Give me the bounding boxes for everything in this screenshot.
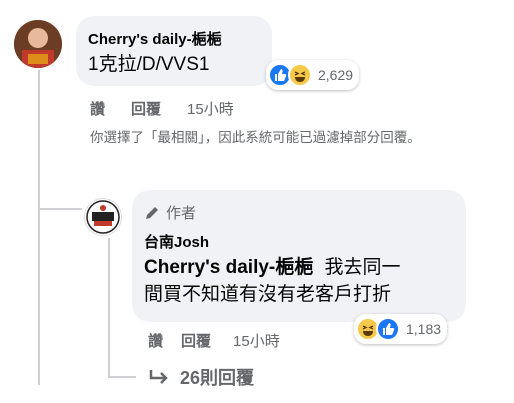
profile-photo-icon xyxy=(14,20,62,68)
comment-reactions[interactable]: 2,629 xyxy=(266,60,360,90)
reply-reaction-count: 1,183 xyxy=(406,321,442,337)
reply-reply-button[interactable]: 回覆 xyxy=(181,330,211,351)
author-badge-label: 作者 xyxy=(166,205,197,222)
like-button[interactable]: 讚 xyxy=(90,98,105,119)
comment-text: 1克拉/D/VVS1 xyxy=(88,54,210,75)
comment-reaction-count: 2,629 xyxy=(318,67,354,83)
reply-text: Cherry's daily-梔梔 我去同一 間買不知道有沒有老客戶打折 xyxy=(144,254,454,308)
comment-author[interactable]: Cherry's daily-梔梔 xyxy=(88,28,260,49)
reply-author-avatar[interactable] xyxy=(84,198,122,236)
comment-actions: 讚 回覆 15小時 xyxy=(90,98,234,119)
reply-arrow-icon xyxy=(149,370,168,384)
commenter-avatar[interactable] xyxy=(14,20,62,68)
reply-button[interactable]: 回覆 xyxy=(131,98,161,119)
reply-text-line2: 間買不知道有沒有老客戶打折 xyxy=(144,284,392,305)
thread-connector-more xyxy=(108,376,136,378)
haha-reaction-icon xyxy=(288,63,312,87)
reply-text-line1: 我去同一 xyxy=(324,257,401,278)
view-more-replies-label: 26則回覆 xyxy=(180,368,255,388)
reply-like-button[interactable]: 讚 xyxy=(148,330,163,351)
comment-timestamp[interactable]: 15小時 xyxy=(187,98,234,119)
reply-reactions[interactable]: 1,183 xyxy=(354,314,448,344)
reply-timestamp[interactable]: 15小時 xyxy=(233,330,280,351)
view-more-replies-link[interactable]: 26則回覆 xyxy=(148,364,254,390)
thread-line-nested xyxy=(108,238,110,378)
thread-connector-reply xyxy=(38,208,82,210)
pencil-icon xyxy=(146,206,158,219)
reply-author[interactable]: 台南Josh xyxy=(144,231,454,252)
relevance-filter-notice: 你選擇了「最相關」，因此系統可能已過濾掉部分回覆。 xyxy=(90,130,421,145)
comment-bubble: Cherry's daily-梔梔 1克拉/D/VVS1 xyxy=(76,16,272,86)
reply-mention[interactable]: Cherry's daily-梔梔 xyxy=(144,257,313,278)
reply-bubble: 作者 台南Josh Cherry's daily-梔梔 我去同一 間買不知道有沒… xyxy=(132,190,466,322)
reply-actions: 讚 回覆 15小時 xyxy=(148,330,280,351)
team-logo-icon xyxy=(86,200,120,234)
like-reaction-icon xyxy=(376,317,400,341)
author-badge: 作者 xyxy=(144,202,454,223)
thread-line xyxy=(38,70,40,385)
